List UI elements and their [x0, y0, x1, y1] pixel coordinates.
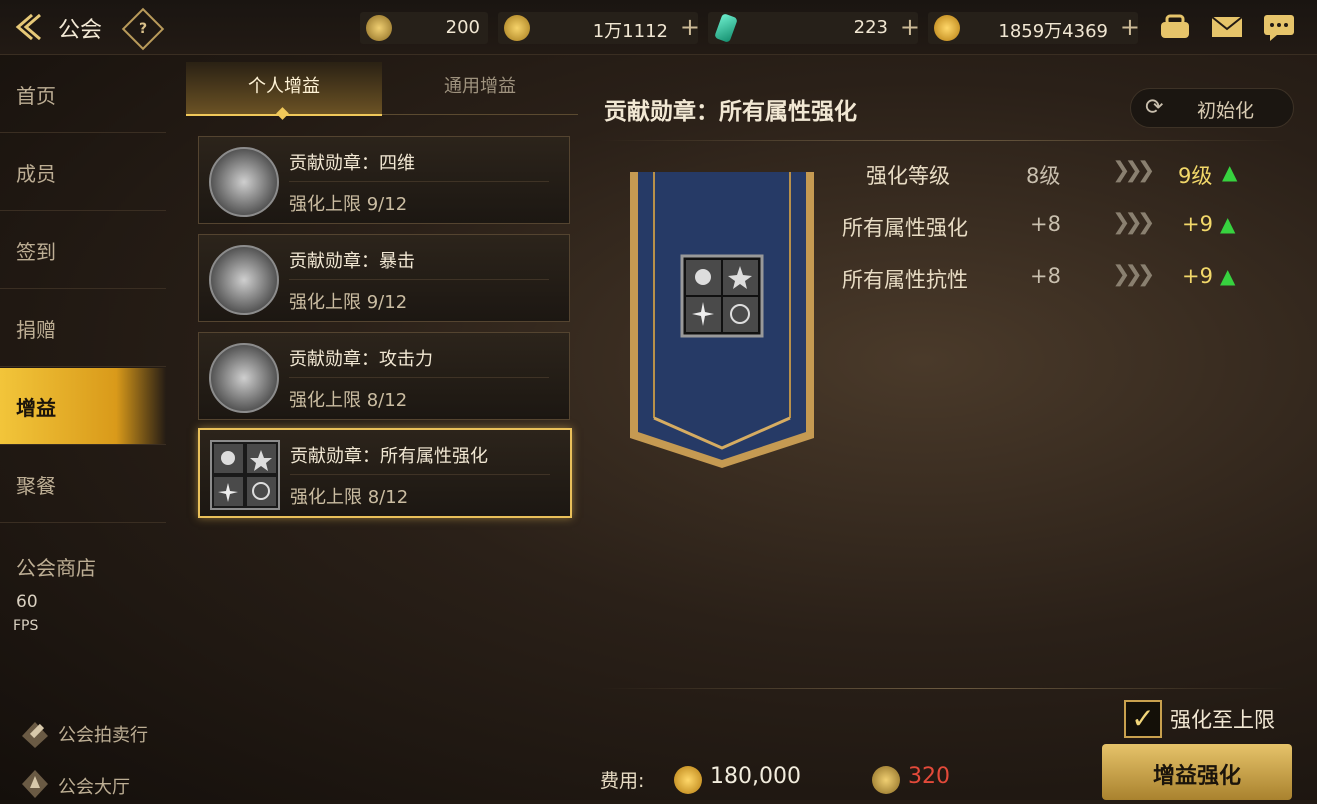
- sidebar-item-label: 签到: [16, 240, 56, 264]
- fps-label: FPS: [13, 618, 39, 634]
- add-gem-button[interactable]: +: [900, 13, 920, 41]
- enhance-button[interactable]: 增益强化: [1102, 744, 1292, 800]
- buff-limit: 强化上限 8/12: [289, 390, 408, 411]
- buff-card[interactable]: 贡献勋章：攻击力 强化上限 8/12: [198, 332, 570, 420]
- stat-label: 所有属性强化: [842, 216, 968, 240]
- sidebar-item-checkin[interactable]: 签到: [0, 212, 166, 289]
- add-gold-button[interactable]: +: [1120, 13, 1140, 41]
- stat-current: +8: [1030, 264, 1061, 288]
- double-chevron-icon: ❯❯❯: [1112, 262, 1155, 287]
- buff-name: 贡献勋章：四维: [289, 153, 415, 174]
- back-arrow-icon: [15, 13, 41, 41]
- up-arrow-icon: ▲: [1222, 160, 1238, 184]
- buff-limit: 强化上限 8/12: [290, 487, 409, 508]
- page-title: 公会: [58, 18, 103, 43]
- currency-medal: 200: [360, 12, 488, 44]
- medal-icon: [366, 15, 392, 41]
- sidebar-item-members[interactable]: 成员: [0, 134, 166, 211]
- currency-gem: 223 +: [708, 12, 920, 44]
- c-coin-count: 1万1112: [592, 21, 668, 42]
- c-coin-icon: [504, 15, 530, 41]
- double-chevron-icon: ❯❯❯: [1112, 210, 1155, 235]
- bottom-divider: [600, 688, 1290, 689]
- all-stats-medal-icon: [210, 440, 280, 510]
- double-chevron-icon: ❯❯❯: [1112, 158, 1155, 183]
- sidebar-item-donate[interactable]: 捐赠: [0, 290, 166, 367]
- medal-banner: [624, 168, 820, 472]
- question-icon: ?: [138, 21, 148, 37]
- buff-card[interactable]: 贡献勋章：四维 强化上限 9/12: [198, 136, 570, 224]
- auction-hammer-icon: [18, 716, 52, 750]
- gem-icon: [714, 13, 738, 43]
- currency-gold: 1859万4369 +: [928, 12, 1140, 44]
- gold-coin-icon: [934, 15, 960, 41]
- medal-cost: 320: [908, 764, 950, 789]
- sidebar-item-feast[interactable]: 聚餐: [0, 446, 166, 523]
- reset-label: 初始化: [1197, 100, 1255, 122]
- stat-current: +8: [1030, 212, 1061, 236]
- sidebar-item-label: 增益: [16, 396, 56, 420]
- sidebar-item-home[interactable]: 首页: [0, 56, 166, 133]
- sidebar-item-buff[interactable]: 增益: [0, 368, 166, 445]
- stat-next: +9: [1182, 264, 1213, 288]
- buff-name: 贡献勋章：攻击力: [289, 349, 433, 370]
- four-stats-medal-icon: [209, 147, 279, 217]
- sidebar-item-label: 捐赠: [16, 318, 56, 342]
- enhance-button-label: 增益强化: [1152, 764, 1241, 789]
- gold-coin-icon: [674, 766, 702, 794]
- medal-icon: [872, 766, 900, 794]
- buff-limit: 强化上限 9/12: [289, 292, 408, 313]
- gold-count: 1859万4369: [998, 21, 1108, 42]
- sidebar-item-label: 聚餐: [16, 474, 56, 498]
- medal-count: 200: [445, 17, 480, 38]
- gold-cost: 180,000: [710, 764, 801, 789]
- sidebar-item-label: 成员: [16, 162, 56, 186]
- mail-icon[interactable]: [1210, 12, 1244, 42]
- buff-name: 贡献勋章：所有属性强化: [290, 446, 488, 467]
- enhance-to-max-checkbox[interactable]: ✓: [1124, 700, 1162, 738]
- stat-next: +9: [1182, 212, 1213, 236]
- stat-current: 8级: [1026, 164, 1061, 188]
- back-button[interactable]: [10, 10, 46, 44]
- add-c-coin-button[interactable]: +: [680, 13, 700, 41]
- crit-medal-icon: [209, 245, 279, 315]
- buff-limit: 强化上限 9/12: [289, 194, 408, 215]
- divider: [600, 140, 1290, 141]
- guild-shop-link[interactable]: 公会商店: [16, 552, 96, 581]
- currency-c-coin: 1万1112 +: [498, 12, 700, 44]
- refresh-icon: ⟳: [1145, 95, 1164, 120]
- detail-title: 贡献勋章：所有属性强化: [604, 99, 857, 125]
- cost-label: 费用:: [600, 770, 645, 792]
- fps-value: 60: [16, 592, 38, 612]
- reset-button[interactable]: ⟳ 初始化: [1130, 88, 1294, 128]
- buff-card-selected[interactable]: 贡献勋章：所有属性强化 强化上限 8/12: [198, 428, 572, 518]
- guild-hall-link[interactable]: 公会大厅: [58, 773, 130, 799]
- buff-card[interactable]: 贡献勋章：暴击 强化上限 9/12: [198, 234, 570, 322]
- checkmark-icon: ✓: [1131, 702, 1155, 735]
- tab-general-buff[interactable]: 通用增益: [382, 62, 578, 115]
- up-arrow-icon: ▲: [1220, 264, 1236, 288]
- up-arrow-icon: ▲: [1220, 212, 1236, 236]
- stat-label: 强化等级: [866, 164, 950, 188]
- chat-icon[interactable]: [1262, 12, 1296, 42]
- enhance-to-max-label: 强化至上限: [1170, 708, 1275, 732]
- sword-medal-icon: [209, 343, 279, 413]
- stat-label: 所有属性抗性: [842, 268, 968, 292]
- guild-hall-icon: [18, 766, 52, 800]
- buff-name: 贡献勋章：暴击: [289, 251, 415, 272]
- sidebar-item-label: 首页: [16, 84, 56, 108]
- stat-next: 9级: [1178, 164, 1213, 188]
- guild-auction-link[interactable]: 公会拍卖行: [58, 721, 148, 747]
- gem-count: 223: [853, 17, 888, 38]
- bag-icon[interactable]: [1158, 12, 1192, 42]
